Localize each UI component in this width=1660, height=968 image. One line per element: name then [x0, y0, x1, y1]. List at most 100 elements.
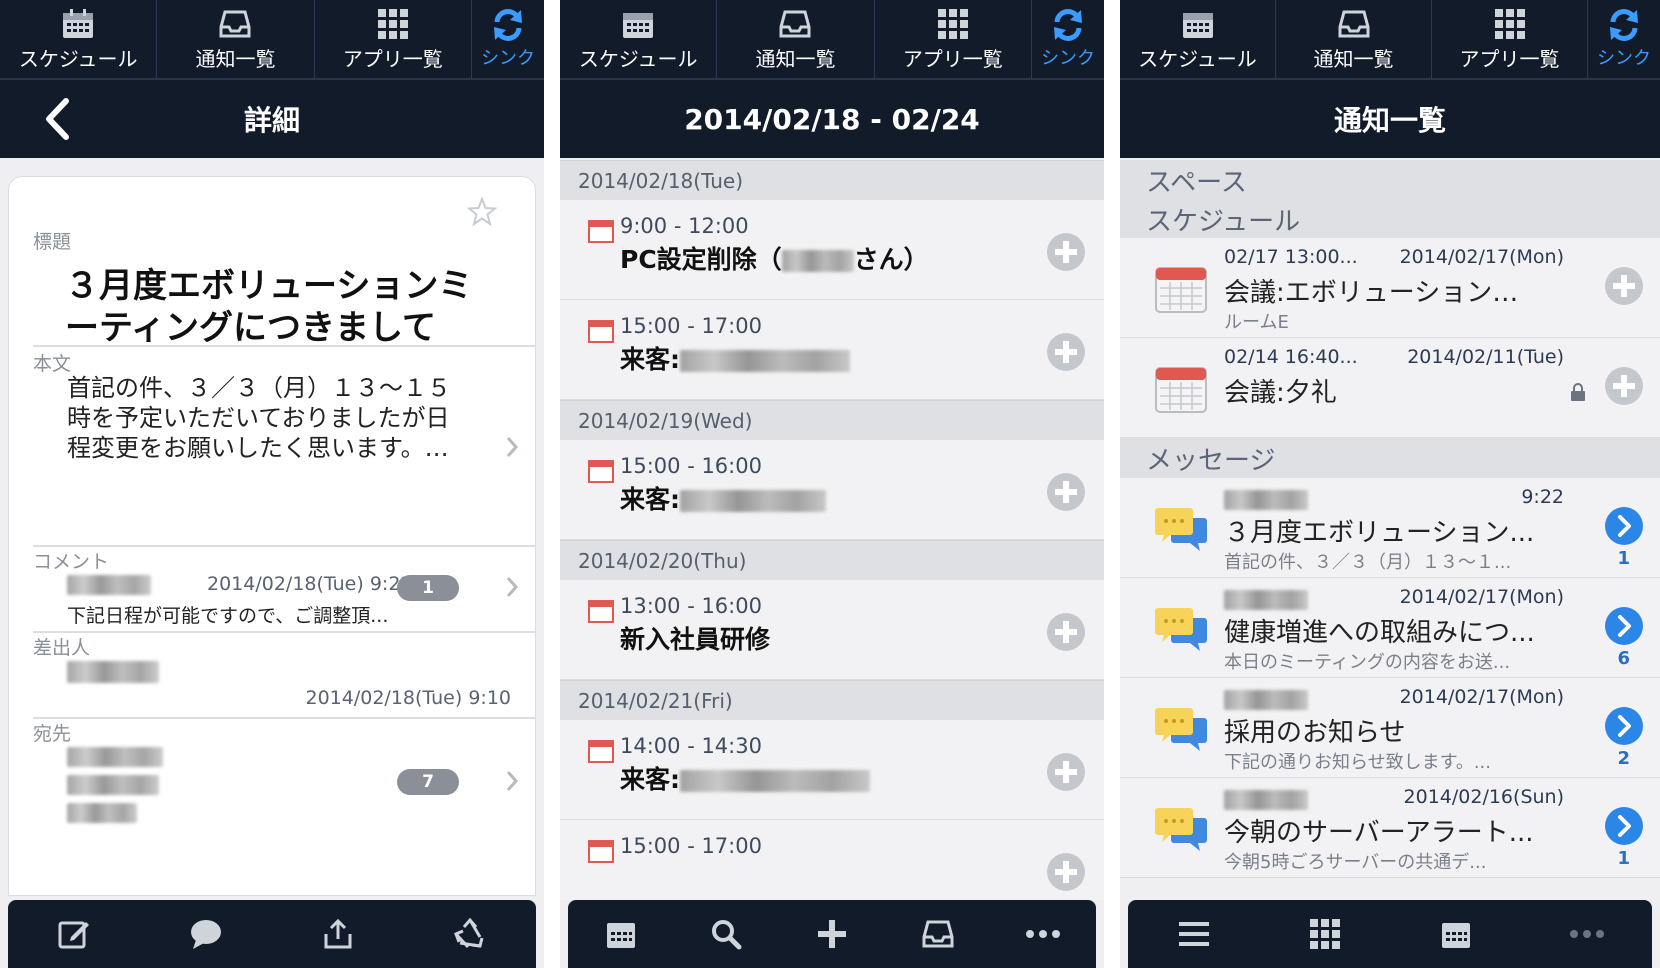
add-circle-icon[interactable] — [1046, 232, 1086, 272]
inbox-button[interactable] — [908, 909, 968, 959]
schedule-notification-row[interactable]: 02/17 13:00... 2014/02/17(Mon) 会議:エボリューシ… — [1120, 238, 1660, 338]
message-notification-row[interactable]: 2014/02/17(Mon) 採用のお知らせ 下記の通りお知らせ致します。..… — [1120, 678, 1660, 778]
blurred-author — [67, 575, 151, 595]
divider — [33, 717, 535, 719]
edit-button[interactable] — [44, 909, 104, 959]
chevron-right-icon[interactable] — [505, 769, 519, 793]
body-text[interactable]: 首記の件、３／３（月）１３〜１５時を予定いただいておりましたが日程変更をお願いし… — [67, 373, 457, 463]
calendar-icon — [63, 8, 94, 38]
tab-sync[interactable]: シンク — [1032, 0, 1104, 78]
chevron-circle-right-icon[interactable] — [1604, 806, 1644, 846]
notification-list[interactable]: スペース スケジュール 02/17 13:00... 2014/02/17(Mo… — [1120, 160, 1660, 900]
tab-label: アプリ一覧 — [902, 46, 1003, 71]
event-name-prefix: PC設定削除（ — [620, 245, 782, 274]
message-notification-row[interactable]: 2014/02/17(Mon) 健康増進への取組みにつ... 本日のミーティング… — [1120, 578, 1660, 678]
event-name: 来客: — [620, 480, 826, 516]
page-title: 2014/02/18 - 02/24 — [684, 102, 980, 136]
notification-title: 会議:夕礼 — [1224, 378, 1337, 408]
chevron-circle-right-icon[interactable] — [1604, 706, 1644, 746]
tab-apps[interactable]: アプリ一覧 — [315, 0, 472, 78]
add-circle-icon[interactable] — [1046, 612, 1086, 652]
event-name-prefix: 来客: — [620, 485, 680, 514]
tab-schedule[interactable]: スケジュール — [1120, 0, 1276, 78]
notification-date: 2014/02/17(Mon) — [1399, 586, 1564, 608]
search-button[interactable] — [696, 909, 756, 959]
calendar-event-icon — [588, 740, 614, 763]
tab-label: スケジュール — [18, 46, 138, 71]
sent-date: 2014/02/18(Tue) 9:10 — [305, 687, 512, 709]
tab-label: 通知一覧 — [755, 46, 836, 71]
chevron-right-icon[interactable] — [505, 575, 519, 599]
inbox-icon — [922, 920, 954, 948]
calendar-button[interactable] — [1426, 909, 1486, 959]
recycle-icon — [454, 917, 484, 949]
message-bubble-icon — [1155, 808, 1207, 851]
chevron-right-icon[interactable] — [505, 435, 519, 459]
day-header: 2014/02/19(Wed) — [560, 400, 1104, 440]
top-tab-bar: スケジュール 通知一覧 アプリ一覧 シンク — [0, 0, 544, 80]
tab-notifications[interactable]: 通知一覧 — [157, 0, 315, 78]
category-header-schedule[interactable]: スケジュール — [1120, 200, 1660, 238]
event-row[interactable]: 15:00 - 17:00 来客: — [560, 300, 1104, 400]
star-icon[interactable] — [467, 197, 497, 227]
tab-sync[interactable]: シンク — [1588, 0, 1660, 78]
event-row[interactable]: 15:00 - 17:00 — [560, 820, 1104, 900]
share-button[interactable] — [308, 909, 368, 959]
blurred-name — [680, 350, 850, 372]
notification-date: 2014/02/17(Mon) — [1399, 246, 1564, 268]
apps-button[interactable] — [1295, 909, 1355, 959]
event-row[interactable]: 14:00 - 14:30 来客: — [560, 720, 1104, 820]
notification-date: 9:22 — [1521, 486, 1564, 508]
recycle-button[interactable] — [440, 909, 500, 959]
more-button[interactable] — [1013, 909, 1073, 959]
calendar-button[interactable] — [591, 909, 651, 959]
message-notification-row[interactable]: 9:22 ３月度エボリューション... 首記の件、３／３（月）１３〜１... 1 — [1120, 478, 1660, 578]
back-arrow-icon[interactable] — [44, 98, 70, 140]
notification-list-screen: スケジュール 通知一覧 アプリ一覧 シンク 通知一覧 スペース スケジュール 0… — [1120, 0, 1660, 968]
event-row[interactable]: 9:00 - 12:00 PC設定削除（ さん） — [560, 200, 1104, 300]
event-row[interactable]: 13:00 - 16:00 新入社員研修 — [560, 580, 1104, 680]
tab-schedule[interactable]: スケジュール — [560, 0, 718, 78]
tab-apps[interactable]: アプリ一覧 — [875, 0, 1032, 78]
add-circle-icon[interactable] — [1046, 472, 1086, 512]
chevron-circle-right-icon[interactable] — [1604, 606, 1644, 646]
tab-label: シンク — [480, 48, 535, 69]
schedule-list[interactable]: 2014/02/18(Tue) 9:00 - 12:00 PC設定削除（ さん） … — [560, 160, 1104, 900]
tab-sync[interactable]: シンク — [472, 0, 544, 78]
subject-label: 標題 — [33, 231, 72, 253]
add-circle-icon[interactable] — [1046, 332, 1086, 372]
add-button[interactable] — [802, 909, 862, 959]
blurred-sender — [67, 661, 159, 683]
tab-label: アプリ一覧 — [342, 46, 443, 71]
tab-notifications[interactable]: 通知一覧 — [1276, 0, 1432, 78]
add-circle-icon[interactable] — [1604, 366, 1644, 406]
message-notification-row[interactable]: 2014/02/16(Sun) 今朝のサーバーアラート... 今朝5時ごろサーバ… — [1120, 778, 1660, 878]
event-time: 14:00 - 14:30 — [620, 734, 762, 758]
add-circle-icon[interactable] — [1046, 752, 1086, 792]
tab-apps[interactable]: アプリ一覧 — [1432, 0, 1588, 78]
event-row[interactable]: 15:00 - 16:00 来客: — [560, 440, 1104, 540]
tab-notifications[interactable]: 通知一覧 — [717, 0, 875, 78]
calendar-icon — [606, 923, 635, 948]
schedule-notification-row[interactable]: 02/14 16:40... 2014/02/11(Tue) 会議:夕礼 — [1120, 338, 1660, 438]
sync-icon — [1610, 9, 1638, 41]
category-header-message[interactable]: メッセージ — [1120, 438, 1660, 478]
more-button[interactable] — [1557, 909, 1617, 959]
category-header-space[interactable]: スペース — [1120, 160, 1660, 200]
day-header: 2014/02/18(Tue) — [560, 160, 1104, 200]
detail-screen: スケジュール 通知一覧 アプリ一覧 シンク 詳細 標題 ３月度エボリューションミ… — [0, 0, 544, 968]
event-name: 新入社員研修 — [620, 625, 771, 654]
comment-label: コメント — [33, 551, 110, 573]
add-circle-icon[interactable] — [1604, 266, 1644, 306]
header-bar: 通知一覧 — [1120, 80, 1660, 158]
menu-button[interactable] — [1164, 909, 1224, 959]
comment-button[interactable] — [176, 909, 236, 959]
add-circle-icon[interactable] — [1046, 852, 1086, 892]
apps-grid-icon — [1309, 919, 1340, 949]
blurred-name — [680, 490, 826, 512]
event-time: 15:00 - 17:00 — [620, 314, 762, 338]
chevron-circle-right-icon[interactable] — [1604, 506, 1644, 546]
notification-date: 2014/02/17(Mon) — [1399, 686, 1564, 708]
inbox-icon — [1338, 10, 1369, 37]
tab-schedule[interactable]: スケジュール — [0, 0, 158, 78]
